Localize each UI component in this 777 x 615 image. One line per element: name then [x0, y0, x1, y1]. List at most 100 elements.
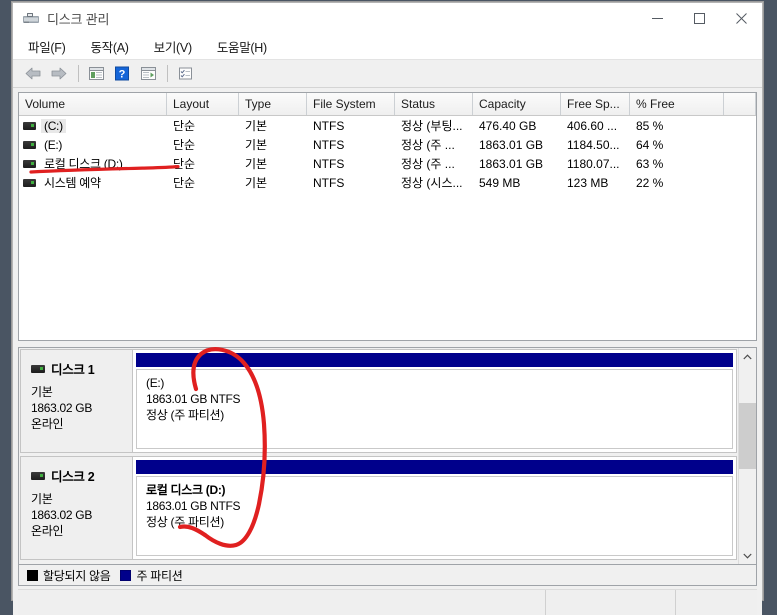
disk-info-2[interactable]: 디스크 2 기본 1863.02 GB 온라인: [21, 457, 133, 559]
volume-icon: [23, 121, 36, 130]
legend-item-primary-partition: 주 파티션: [120, 567, 183, 584]
menu-help[interactable]: 도움말(H): [215, 35, 269, 58]
vertical-scrollbar[interactable]: [738, 348, 756, 564]
partition-size: 1863.01 GB NTFS: [146, 392, 241, 406]
svg-text:?: ?: [119, 69, 126, 81]
disk-type: 기본: [31, 385, 53, 399]
disk-panel-1[interactable]: 디스크 1 기본 1863.02 GB 온라인 (E:) 1863.01 GB …: [20, 349, 737, 453]
status-pane-2: [546, 590, 676, 615]
table-row[interactable]: 시스템 예약 단순 기본 NTFS 정상 (시스... 549 MB 123 M…: [19, 173, 756, 192]
forward-arrow-icon[interactable]: [47, 63, 71, 85]
properties-icon[interactable]: [173, 63, 197, 85]
column-header-percent-free[interactable]: % Free: [630, 93, 724, 115]
status-bar: [18, 589, 757, 615]
disk-graph-2[interactable]: 로컬 디스크 (D:) 1863.01 GB NTFS 정상 (주 파티션): [133, 457, 736, 559]
minimize-button[interactable]: [636, 3, 678, 34]
cell-volume-label: (E:): [44, 137, 63, 152]
cell-percent-free: 64 %: [636, 137, 664, 152]
menu-bar: 파일(F) 동작(A) 보기(V) 도움말(H): [13, 34, 762, 60]
cell-volume-label: 로컬 디스크 (D:): [44, 157, 123, 171]
volume-list-header: Volume Layout Type File System Status Ca…: [19, 93, 756, 116]
partition-name: 로컬 디스크 (D:): [146, 483, 226, 497]
disk-management-window: 디스크 관리 파일(F) 동작(A) 보기(V) 도움말(H) ? Volume…: [12, 2, 763, 615]
cell-type: 기본: [245, 119, 268, 133]
scroll-up-icon[interactable]: [739, 348, 756, 365]
show-hide-console-tree-icon[interactable]: [84, 63, 108, 85]
back-arrow-icon[interactable]: [21, 63, 45, 85]
cell-file-system: NTFS: [313, 175, 345, 190]
table-row[interactable]: (C:) 단순 기본 NTFS 정상 (부팅... 476.40 GB 406.…: [19, 116, 756, 135]
column-header-capacity[interactable]: Capacity: [473, 93, 561, 115]
partition-state: 정상 (주 파티션): [146, 515, 224, 529]
volume-list[interactable]: Volume Layout Type File System Status Ca…: [18, 92, 757, 341]
maximize-button[interactable]: [678, 3, 720, 34]
disk-list: 디스크 1 기본 1863.02 GB 온라인 (E:) 1863.01 GB …: [19, 348, 738, 564]
scrollbar-track[interactable]: [739, 365, 756, 547]
column-header-type[interactable]: Type: [239, 93, 307, 115]
cell-volume: (E:): [19, 138, 167, 152]
disk-drive-icon: [22, 12, 40, 26]
cell-capacity: 476.40 GB: [479, 118, 537, 133]
volume-icon: [23, 140, 36, 149]
partition-block-2[interactable]: 로컬 디스크 (D:) 1863.01 GB NTFS 정상 (주 파티션): [136, 476, 733, 556]
cell-percent-free: 22 %: [636, 175, 664, 190]
legend-label-unallocated: 할당되지 않음: [43, 568, 111, 583]
menu-file[interactable]: 파일(F): [26, 35, 67, 58]
disk-name: 디스크 2: [51, 470, 95, 484]
partition-color-bar: [136, 353, 733, 367]
cell-capacity: 549 MB: [479, 175, 521, 190]
toolbar-separator-2: [167, 65, 168, 82]
column-header-spacer[interactable]: [724, 93, 756, 115]
close-button[interactable]: [720, 3, 762, 34]
partition-color-bar: [136, 460, 733, 474]
cell-percent-free: 63 %: [636, 156, 664, 171]
cell-file-system: NTFS: [313, 156, 345, 171]
cell-layout: 단순: [173, 138, 196, 152]
help-icon[interactable]: ?: [110, 63, 134, 85]
window-controls: [636, 3, 762, 34]
main-content: Volume Layout Type File System Status Ca…: [13, 88, 762, 615]
menu-view[interactable]: 보기(V): [152, 35, 194, 58]
cell-layout: 단순: [173, 119, 196, 133]
column-header-volume[interactable]: Volume: [19, 93, 167, 115]
volume-list-rows: (C:) 단순 기본 NTFS 정상 (부팅... 476.40 GB 406.…: [19, 116, 756, 340]
column-header-file-system[interactable]: File System: [307, 93, 395, 115]
disk-graphical-view: 디스크 1 기본 1863.02 GB 온라인 (E:) 1863.01 GB …: [18, 347, 757, 565]
scroll-down-icon[interactable]: [739, 547, 756, 564]
disk-title-1: 디스크 1: [31, 359, 132, 378]
cell-type: 기본: [245, 157, 268, 171]
scrollbar-thumb[interactable]: [739, 403, 756, 469]
action-pane-icon[interactable]: [136, 63, 160, 85]
disk-status: 온라인: [31, 417, 64, 431]
column-header-status[interactable]: Status: [395, 93, 473, 115]
cell-layout: 단순: [173, 157, 196, 171]
cell-capacity: 1863.01 GB: [479, 137, 544, 152]
status-pane-1: [18, 590, 546, 615]
cell-volume: (C:): [19, 118, 167, 133]
disk-size: 1863.02 GB: [31, 508, 93, 522]
disk-panel-2[interactable]: 디스크 2 기본 1863.02 GB 온라인 로컬 디스크 (D:) 1863…: [20, 456, 737, 560]
cell-free-space: 123 MB: [567, 175, 609, 190]
disk-info-1[interactable]: 디스크 1 기본 1863.02 GB 온라인: [21, 350, 133, 452]
table-row[interactable]: (E:) 단순 기본 NTFS 정상 (주 ... 1863.01 GB 118…: [19, 135, 756, 154]
partition-block-1[interactable]: (E:) 1863.01 GB NTFS 정상 (주 파티션): [136, 369, 733, 449]
cell-status: 정상 (주 ...: [401, 138, 455, 152]
cell-file-system: NTFS: [313, 137, 345, 152]
partition-size: 1863.01 GB NTFS: [146, 499, 241, 513]
cell-status: 정상 (부팅...: [401, 119, 463, 133]
column-header-free-space[interactable]: Free Sp...: [561, 93, 630, 115]
menu-action[interactable]: 동작(A): [88, 35, 130, 58]
cell-volume-label: (C:): [41, 118, 66, 133]
partition-state: 정상 (주 파티션): [146, 408, 224, 422]
table-row[interactable]: 로컬 디스크 (D:) 단순 기본 NTFS 정상 (주 ... 1863.01…: [19, 154, 756, 173]
cell-layout: 단순: [173, 176, 196, 190]
legend-label-primary-partition: 주 파티션: [136, 568, 183, 583]
disk-name: 디스크 1: [51, 363, 95, 377]
title-bar: 디스크 관리: [13, 3, 762, 34]
volume-icon: [23, 178, 36, 187]
column-header-layout[interactable]: Layout: [167, 93, 239, 115]
cell-percent-free: 85 %: [636, 118, 664, 133]
disk-title-2: 디스크 2: [31, 466, 132, 485]
disk-graph-1[interactable]: (E:) 1863.01 GB NTFS 정상 (주 파티션): [133, 350, 736, 452]
cell-type: 기본: [245, 138, 268, 152]
